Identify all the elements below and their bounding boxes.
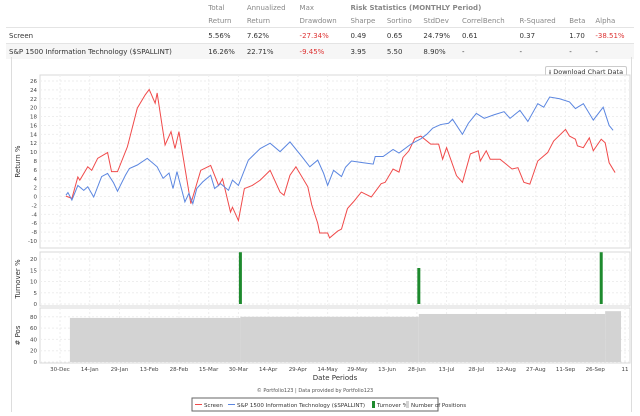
x-tick-label: 30-Mar <box>229 367 249 373</box>
x-tick-label: 13-Feb <box>140 367 159 373</box>
y-tick-label: 2 <box>34 186 38 192</box>
plot-area <box>40 252 630 306</box>
x-tick-label: 27-Aug <box>526 367 546 373</box>
y-tick-label: 15 <box>30 268 37 274</box>
positions-bar <box>240 317 418 362</box>
legend-item: Screen <box>204 403 223 409</box>
y-tick-label: 26 <box>30 79 37 85</box>
y-tick-label: -8 <box>32 230 38 236</box>
y-axis-label: # Pos <box>14 325 22 345</box>
y-tick-label: -10 <box>28 239 37 245</box>
positions-bar <box>70 318 240 362</box>
x-axis-label: Date Periods <box>313 374 358 382</box>
legend-item: S&P 1500 Information Technology ($SPALLI… <box>237 403 365 409</box>
y-tick-label: 14 <box>30 132 37 138</box>
x-tick-label: 29-Apr <box>289 367 308 373</box>
y-tick-label: 4 <box>34 177 38 183</box>
y-tick-label: 40 <box>30 337 37 343</box>
x-tick-label: 14-Apr <box>259 367 278 373</box>
credit-text: © Portfolio123 | Data provided by Portfo… <box>257 387 373 394</box>
y-tick-label: 12 <box>30 141 37 147</box>
y-tick-label: -4 <box>32 212 38 218</box>
turnover-bar <box>239 252 242 304</box>
y-tick-label: 0 <box>34 360 38 366</box>
turnover-bar <box>417 268 420 304</box>
x-tick-label: 15-Mar <box>199 367 219 373</box>
chart: -10-8-6-4-202468101214161820222426Return… <box>0 0 640 416</box>
x-tick-label: 30-Dec <box>50 367 70 373</box>
y-tick-label: -2 <box>32 203 37 209</box>
y-tick-label: 16 <box>30 123 37 129</box>
y-tick-label: 0 <box>34 302 38 308</box>
x-tick-label: 13-Jul <box>439 367 455 373</box>
x-tick-label: 29-Jan <box>111 367 129 373</box>
x-tick-label: 14-May <box>317 367 338 373</box>
y-axis-label: Return % <box>14 145 22 177</box>
legend-item: Number of Positions <box>411 403 466 409</box>
y-tick-label: 6 <box>34 168 38 174</box>
x-tick-label: 11 <box>622 367 629 373</box>
y-tick-label: 22 <box>30 97 37 103</box>
x-tick-label: 28-Feb <box>170 367 189 373</box>
x-tick-label: 26-Sep <box>586 367 606 373</box>
x-tick-label: 28-Jun <box>408 367 426 373</box>
positions-bar <box>605 311 621 362</box>
y-tick-label: 10 <box>30 150 37 156</box>
x-tick-label: 13-Jun <box>378 367 396 373</box>
positions-bar <box>419 314 605 362</box>
y-tick-label: 10 <box>30 280 37 286</box>
y-tick-label: 0 <box>34 195 38 201</box>
x-tick-label: 11-Sep <box>556 367 576 373</box>
legend-swatch <box>406 401 409 408</box>
x-tick-label: 14-Jan <box>81 367 99 373</box>
x-tick-label: 29-May <box>347 367 368 373</box>
y-tick-label: 5 <box>34 291 38 297</box>
y-tick-label: -6 <box>32 221 38 227</box>
x-tick-label: 28-Jul <box>468 367 484 373</box>
y-tick-label: 20 <box>30 106 37 112</box>
y-tick-label: 8 <box>34 159 38 165</box>
turnover-bar <box>600 252 603 304</box>
legend-item: Turnover % <box>376 403 408 409</box>
y-tick-label: 80 <box>30 315 37 321</box>
y-tick-label: 60 <box>30 326 37 332</box>
y-tick-label: 20 <box>30 349 37 355</box>
y-tick-label: 20 <box>30 257 37 263</box>
y-axis-label: Turnover % <box>14 259 22 300</box>
y-tick-label: 18 <box>30 115 37 121</box>
x-tick-label: 12-Aug <box>496 367 516 373</box>
legend-swatch <box>372 401 375 408</box>
y-tick-label: 24 <box>30 88 37 94</box>
